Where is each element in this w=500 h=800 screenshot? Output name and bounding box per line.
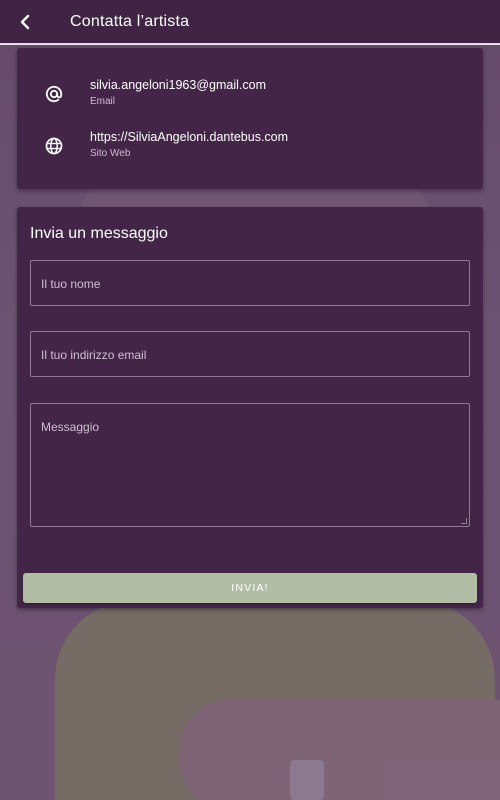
resize-handle-icon[interactable]: [461, 518, 467, 524]
message-placeholder: Messaggio: [41, 420, 100, 434]
contact-email-label: Email: [90, 96, 116, 107]
send-button[interactable]: INVIA!: [23, 573, 477, 603]
name-input[interactable]: Il tuo nome: [30, 260, 470, 306]
globe-icon: [45, 137, 63, 155]
name-placeholder: Il tuo nome: [41, 277, 101, 291]
back-button[interactable]: [0, 0, 50, 44]
message-textarea[interactable]: Messaggio: [30, 403, 470, 527]
page-title: Contatta l’artista: [70, 12, 190, 30]
message-form-card: Invia un messaggio Il tuo nome Il tuo in…: [17, 207, 483, 608]
contact-website-row[interactable]: https://SilviaAngeloni.dantebus.com Sito…: [17, 130, 483, 170]
contact-info-card: silvia.angeloni1963@gmail.com Email http…: [17, 48, 483, 189]
email-input[interactable]: Il tuo indirizzo email: [30, 331, 470, 377]
contact-email-value[interactable]: silvia.angeloni1963@gmail.com: [90, 78, 266, 92]
chevron-left-icon: [20, 14, 30, 29]
email-placeholder: Il tuo indirizzo email: [41, 348, 147, 362]
app-bar: Contatta l’artista: [0, 0, 500, 45]
form-title: Invia un messaggio: [30, 225, 168, 242]
contact-website-label: Sito Web: [90, 148, 131, 159]
contact-email-row[interactable]: silvia.angeloni1963@gmail.com Email: [17, 78, 483, 118]
at-sign-icon: [45, 85, 63, 103]
contact-website-value[interactable]: https://SilviaAngeloni.dantebus.com: [90, 130, 288, 144]
